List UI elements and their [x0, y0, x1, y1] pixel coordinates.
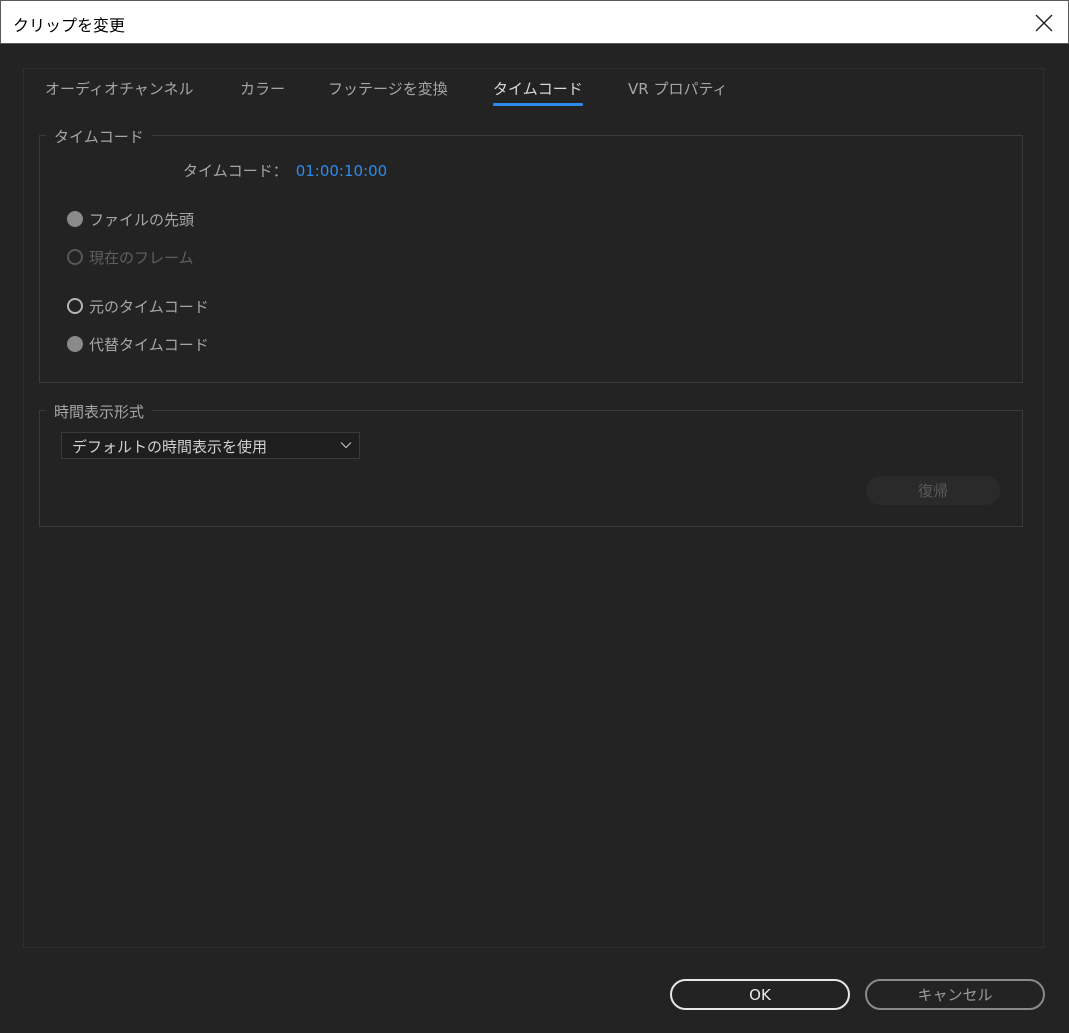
radio-indicator: [67, 336, 83, 352]
radio-alternate-timecode[interactable]: 代替タイムコード: [67, 333, 209, 355]
tab-label: オーディオチャンネル: [45, 80, 194, 98]
tab-label: フッテージを変換: [328, 80, 448, 98]
cancel-button[interactable]: キャンセル: [865, 979, 1045, 1010]
dropdown-value: デフォルトの時間表示を使用: [72, 438, 268, 456]
radio-file-start[interactable]: ファイルの先頭: [67, 208, 194, 230]
close-button[interactable]: [1028, 7, 1060, 39]
tab-vr-properties[interactable]: VR プロパティ: [628, 78, 728, 106]
tab-label: タイムコード: [493, 80, 583, 98]
time-display-group: 時間表示形式: [39, 401, 1023, 527]
radio-label: 現在のフレーム: [89, 248, 194, 267]
tab-label: VR プロパティ: [628, 80, 728, 98]
time-display-group-legend: 時間表示形式: [46, 401, 153, 422]
radio-label: ファイルの先頭: [89, 210, 195, 229]
ok-button-label: OK: [749, 985, 771, 1004]
radio-label: 元のタイムコード: [89, 297, 209, 316]
tab-color[interactable]: カラー: [240, 78, 285, 106]
window-title: クリップを変更: [13, 16, 126, 35]
active-tab-indicator: [493, 103, 583, 106]
timecode-row: タイムコード： 01:00:10:00: [183, 160, 387, 181]
reset-button-label: 復帰: [917, 482, 948, 500]
timecode-label: タイムコード：: [183, 162, 288, 180]
radio-indicator: [67, 249, 83, 265]
time-display-dropdown[interactable]: デフォルトの時間表示を使用: [61, 432, 360, 459]
ok-button[interactable]: OK: [670, 979, 850, 1010]
radio-indicator: [67, 298, 83, 314]
title-bar: クリップを変更: [0, 0, 1069, 44]
timecode-group-legend: タイムコード: [46, 126, 152, 147]
radio-label: 代替タイムコード: [89, 335, 209, 354]
chevron-down-icon: [340, 442, 352, 449]
tab-interpret-footage[interactable]: フッテージを変換: [328, 78, 448, 106]
timecode-value[interactable]: 01:00:10:00: [296, 162, 388, 180]
reset-button: 復帰: [866, 476, 1000, 505]
close-icon: [1035, 14, 1053, 32]
tab-timecode[interactable]: タイムコード: [493, 78, 583, 106]
radio-original-timecode[interactable]: 元のタイムコード: [67, 295, 209, 317]
radio-current-frame: 現在のフレーム: [67, 246, 194, 268]
tab-label: カラー: [240, 80, 286, 98]
cancel-button-label: キャンセル: [917, 986, 993, 1004]
tab-audio-channels[interactable]: オーディオチャンネル: [45, 78, 194, 106]
radio-indicator: [67, 211, 83, 227]
